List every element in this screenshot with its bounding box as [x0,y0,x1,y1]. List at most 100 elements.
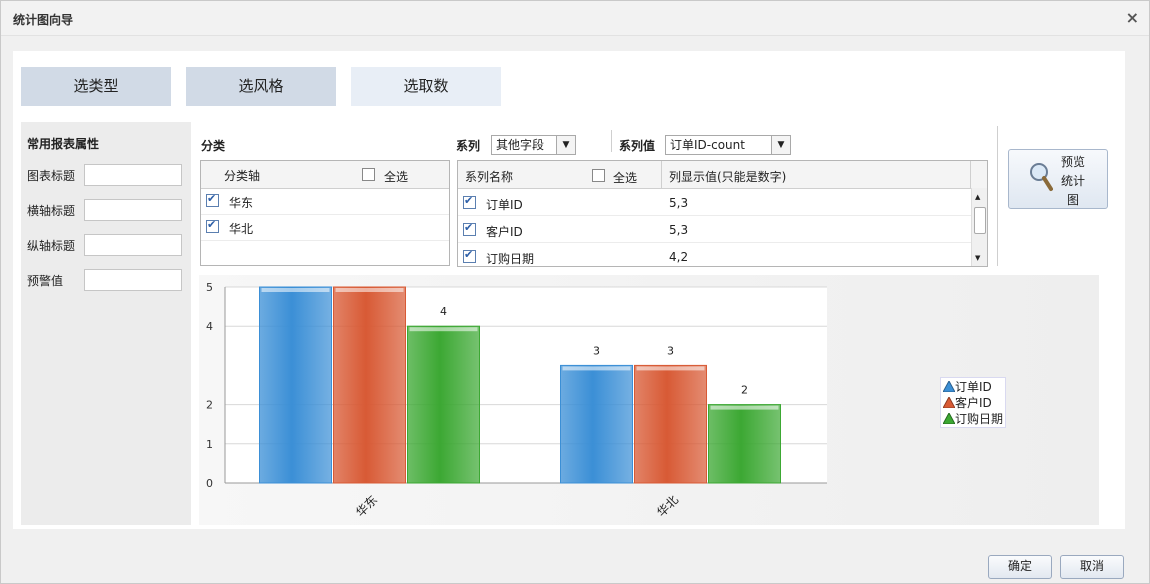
table-row[interactable]: 客户ID 5,3 [458,216,987,243]
bar [560,364,633,484]
data-label: 3 [593,344,600,357]
bar [634,364,707,484]
close-icon[interactable]: × [1126,8,1139,27]
series-checkbox-customer-id[interactable] [463,221,476,236]
list-item[interactable]: 华北 [201,214,449,241]
series-display-cell[interactable]: 4,2 [669,250,688,264]
series-display-cell[interactable]: 5,3 [669,196,688,210]
series-value-label: 系列值 [619,139,656,153]
category-axis-header: 分类轴 [224,169,261,183]
preview-chart-button[interactable]: 预览 统计 图 [1008,149,1108,209]
list-item[interactable]: 华东 [201,188,449,215]
bar [708,404,781,484]
chevron-down-icon[interactable]: ▼ [556,136,575,154]
divider [611,130,612,152]
chart-title-input[interactable] [84,164,182,186]
preview-label-line2: 统计 [1061,174,1086,188]
series-checkbox-order-id[interactable] [463,194,476,209]
report-properties-panel: 常用报表属性 图表标题 横轴标题 纵轴标题 预警值 [21,122,191,525]
series-value-current: 订单ID-count [670,138,745,152]
preview-label-line1: 预览 [1061,155,1086,169]
category-select-all-label: 全选 [384,170,409,184]
x-axis-title-label: 横轴标题 [27,204,76,218]
legend-item: 订单ID [942,378,992,395]
warning-value-input[interactable] [84,269,182,291]
scroll-up-icon[interactable]: ▲ [975,193,980,201]
series-grid-header: 系列名称 全选 列显示值(只能是数字) [458,161,987,189]
y-tick-label: 5 [206,281,213,294]
data-label: 3 [667,344,674,357]
legend-item: 订购日期 [942,410,1004,427]
category-grid: 分类轴 全选 华东 华北 [200,160,450,266]
category-select-all-checkbox[interactable] [362,168,375,181]
tab-select-data[interactable]: 选取数 [351,67,501,106]
table-row[interactable]: 订单ID 5,3 [458,189,987,216]
table-row[interactable]: 订购日期 4,2 [458,243,987,266]
x-axis-title-input[interactable] [84,199,182,221]
category-checkbox-huadong[interactable] [206,192,219,207]
bar-highlight [562,366,631,371]
preview-label-line3: 图 [1067,193,1080,207]
panel-title: 常用报表属性 [27,137,100,151]
legend-label: 订单ID [955,380,992,394]
legend-label: 客户ID [955,396,992,410]
divider [997,126,998,266]
series-display-cell[interactable]: 5,3 [669,223,688,237]
category-item-label: 华北 [229,222,254,236]
bar [333,286,406,484]
chart-legend: 订单ID 客户ID 订购日期 [940,377,1006,428]
legend-marker-icon [942,395,956,409]
series-name-cell: 客户ID [486,225,523,239]
y-tick-label: 0 [206,477,213,490]
series-select-all-checkbox[interactable] [592,169,605,182]
category-grid-header: 分类轴 全选 [201,161,449,189]
ok-button[interactable]: 确定 [988,555,1052,579]
chart-title-label: 图表标题 [27,169,76,183]
series-display-header: 列显示值(只能是数字) [669,170,787,184]
bar-highlight [261,288,330,292]
data-label: 2 [741,384,748,397]
y-tick-label: 4 [206,320,213,333]
bar-highlight [710,405,779,410]
y-tick-label: 1 [206,438,213,451]
series-name-cell: 订单ID [486,198,523,212]
data-label: 4 [440,305,447,318]
y-tick-label: 2 [206,399,213,412]
category-label: 分类 [201,139,226,153]
series-label: 系列 [456,139,481,153]
series-name-header: 系列名称 [465,170,514,184]
series-value-select[interactable]: 订单ID-count ▼ [665,135,791,155]
dialog-title: 统计图向导 [13,13,74,27]
chevron-down-icon[interactable]: ▼ [771,136,790,154]
title-bar: 统计图向导 × [1,1,1149,36]
column-divider [970,161,971,188]
bar-highlight [335,288,404,292]
bar-highlight [409,327,478,332]
series-field-value: 其他字段 [496,138,545,152]
x-tick-label: 华东 [353,493,380,520]
y-axis-title-input[interactable] [84,234,182,256]
series-name-cell: 订购日期 [486,252,535,266]
scrollbar-thumb[interactable] [974,207,986,234]
legend-item: 客户ID [942,394,992,411]
warning-value-label: 预警值 [27,274,64,288]
y-axis-title-label: 纵轴标题 [27,239,76,253]
series-checkbox-order-date[interactable] [463,248,476,263]
tab-select-style[interactable]: 选风格 [186,67,336,106]
tab-select-type[interactable]: 选类型 [21,67,171,106]
series-field-select[interactable]: 其他字段 ▼ [491,135,576,155]
category-checkbox-huabei[interactable] [206,218,219,233]
legend-marker-icon [942,379,956,393]
column-divider [661,161,662,188]
series-select-all-label: 全选 [613,171,638,185]
x-tick-label: 华北 [654,493,681,520]
legend-label: 订购日期 [955,412,1004,426]
series-scrollbar[interactable]: ▲ ▼ [971,188,987,266]
legend-marker-icon [942,411,956,425]
bar-highlight [636,366,705,371]
bar [259,286,332,484]
series-grid: 系列名称 全选 列显示值(只能是数字) 订单ID 5,3 客户ID 5,3 订购… [457,160,988,267]
cancel-button[interactable]: 取消 [1060,555,1124,579]
category-item-label: 华东 [229,196,254,210]
scroll-down-icon[interactable]: ▼ [975,254,980,262]
